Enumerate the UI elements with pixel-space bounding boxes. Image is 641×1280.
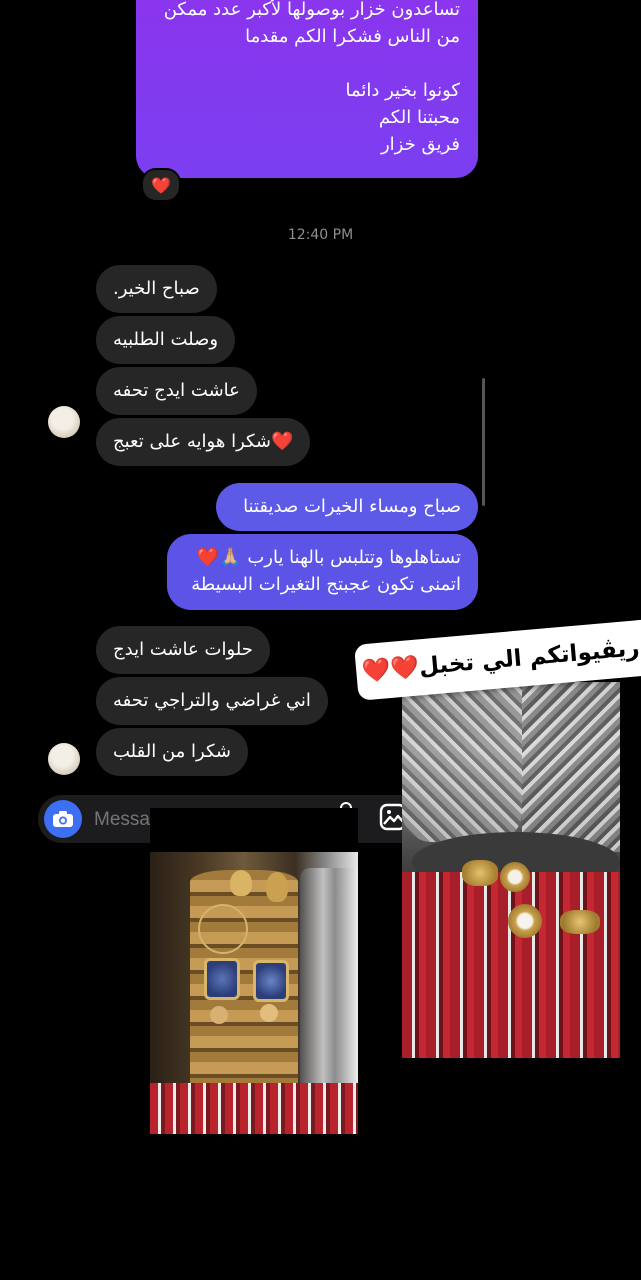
incoming-message[interactable]: ❤️شكرا هوايه على تعبج — [96, 418, 311, 466]
earring-stone — [204, 958, 240, 1000]
incoming-message[interactable]: صباح الخير. — [96, 265, 217, 313]
message-input[interactable] — [92, 805, 156, 835]
crystal-glass — [402, 682, 522, 842]
message-text: شكرا من القلب — [113, 741, 231, 762]
striped-rug — [402, 872, 620, 1058]
incoming-message[interactable]: حلوات عاشت ايدج — [96, 626, 270, 674]
camera-icon — [53, 811, 73, 827]
outgoing-message-bubble[interactable]: صباح ومساء الخيرات صديقتنا — [216, 483, 478, 531]
message-line: تساعدون خزار بوصولها لأكبر عدد ممكن — [163, 0, 460, 20]
avatar[interactable] — [48, 743, 80, 775]
incoming-message[interactable]: اني غراضي والتراجي تحفه — [96, 677, 328, 725]
brooch — [462, 860, 498, 886]
message-text: صباح ومساء الخيرات صديقتنا — [243, 496, 461, 517]
brooch — [500, 862, 530, 892]
earring-top — [266, 872, 288, 902]
brooch — [560, 910, 600, 934]
outgoing-message-bubble[interactable]: تساعدون خزار بوصولها لأكبر عدد ممكن من ا… — [136, 0, 478, 178]
heart-icon: ❤️ — [151, 175, 171, 195]
earring-stone — [253, 960, 289, 1002]
heart-reaction[interactable]: ❤️ — [141, 168, 181, 202]
earring-disc — [210, 1006, 228, 1024]
message-text: ❤️شكرا هوايه على تعبج — [113, 431, 294, 452]
message-line: محبتنا الكم — [378, 107, 460, 128]
avatar[interactable] — [48, 406, 80, 438]
glass-vase — [300, 868, 358, 1098]
striped-rug — [150, 1083, 358, 1134]
timestamp: 12:40 PM — [287, 227, 354, 243]
earring-disc — [260, 1004, 278, 1022]
scrollbar[interactable] — [482, 378, 485, 506]
message-line — [154, 50, 460, 77]
earring-top — [230, 870, 252, 896]
earrings-photo[interactable] — [150, 808, 358, 1134]
message-text: وصلت الطلبيه — [113, 329, 219, 350]
earring-hoop — [198, 904, 248, 954]
incoming-message[interactable]: وصلت الطلبيه — [96, 316, 236, 364]
message-text: عاشت ايدج تحفه — [113, 380, 240, 401]
brooches-photo[interactable] — [402, 682, 620, 1058]
message-line: كونوا بخير دائما — [345, 80, 460, 101]
outgoing-message-bubble[interactable]: تستاهلوها وتتلبس بالهنا يارب 🙏🏼❤️ اتمنى … — [167, 534, 478, 610]
message-text: حلوات عاشت ايدج — [113, 639, 253, 660]
crystal-glass — [522, 682, 620, 852]
message-text: تستاهلوها وتتلبس بالهنا يارب 🙏🏼❤️ — [196, 547, 461, 568]
message-text: صباح الخير. — [113, 278, 200, 299]
incoming-message[interactable]: شكرا من القلب — [96, 728, 248, 776]
message-text: اتمنى تكون عجبتج التغيرات البسيطة — [191, 574, 461, 595]
photo-top-black — [150, 808, 358, 852]
incoming-message[interactable]: عاشت ايدج تحفه — [96, 367, 257, 415]
message-line: فريق خزار — [380, 134, 460, 155]
message-line: من الناس فشكرا الكم مقدما — [245, 26, 460, 47]
brooch — [508, 904, 542, 938]
camera-button[interactable] — [44, 800, 82, 838]
message-text: اني غراضي والتراجي تحفه — [113, 690, 311, 711]
